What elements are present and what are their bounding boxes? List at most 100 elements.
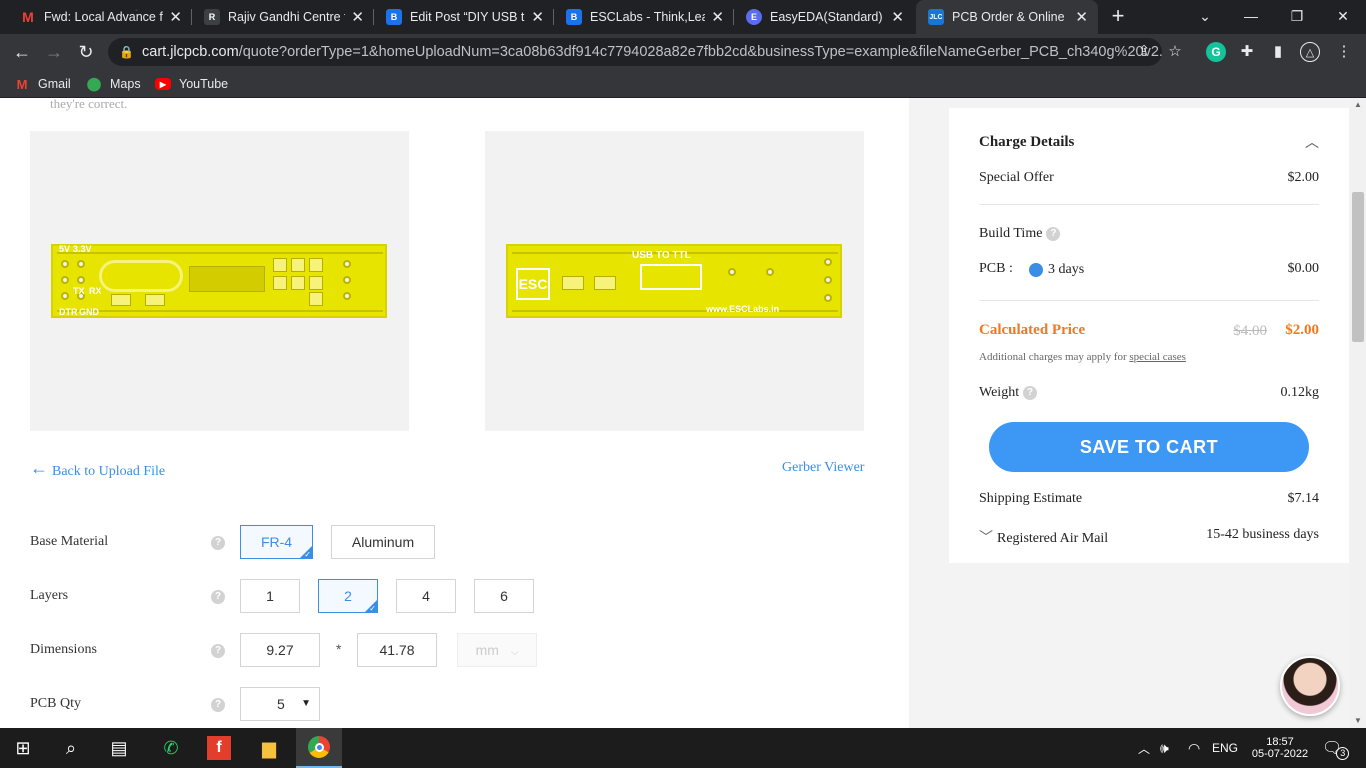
pcb-qty-label: PCB Qty <box>30 696 81 711</box>
layers-option-4[interactable]: 4 <box>396 579 456 613</box>
help-icon[interactable]: ? <box>1046 226 1061 241</box>
extensions-icon[interactable]: ✚ <box>1237 42 1257 62</box>
browser-toolbar: ← → ↻ 🔒 cart.jlcpcb.com/quote?orderType=1… <box>0 34 1366 70</box>
save-to-cart-button[interactable]: SAVE TO CART <box>989 422 1309 472</box>
tab-rgcb[interactable]: R Rajiv Gandhi Centre fo ✕ <box>192 0 374 34</box>
scroll-down-icon[interactable]: ▼ <box>1350 714 1366 728</box>
unit-select[interactable]: mm ⌵ <box>457 633 537 667</box>
search-icon[interactable]: ⌕ <box>48 728 94 768</box>
option-fr4[interactable]: FR-4 ✓ <box>240 525 313 559</box>
close-icon[interactable]: ✕ <box>531 8 544 26</box>
menu-icon[interactable]: ⋮ <box>1334 42 1354 62</box>
filmora-icon[interactable]: f <box>207 736 231 760</box>
special-offer-label: Special Offer <box>979 170 1054 185</box>
dimensions-label: Dimensions <box>30 642 97 657</box>
new-tab-button[interactable]: + <box>1106 5 1130 29</box>
pcb-top-preview: 5V 3.3V TX RX DTR GND <box>30 131 409 431</box>
help-icon[interactable]: ? <box>211 698 225 712</box>
dimension-height-input[interactable]: 41.78 <box>357 633 437 667</box>
help-icon[interactable]: ? <box>211 644 225 658</box>
blogger-icon: B <box>566 9 582 25</box>
help-icon[interactable]: ? <box>211 536 225 550</box>
page-content: they're correct. 5V 3.3V TX RX DTR GND E… <box>0 98 1366 728</box>
collapse-chevron-icon[interactable]: ︿ <box>1305 132 1319 152</box>
blogger-icon: B <box>386 9 402 25</box>
back-arrow-icon[interactable]: ← <box>10 41 34 63</box>
build-time-option[interactable]: 3 days <box>1029 262 1084 278</box>
chrome-icon[interactable] <box>296 728 342 768</box>
windows-start-icon[interactable]: ⊞ <box>0 728 46 768</box>
chevron-up-icon[interactable]: ︿ <box>1138 728 1150 768</box>
special-cases-link[interactable]: special cases <box>1129 351 1186 363</box>
chat-support-avatar[interactable] <box>1280 656 1340 716</box>
tab-esclabs[interactable]: B ESCLabs - Think,Learn ✕ <box>554 0 734 34</box>
wifi-icon[interactable]: ◠ <box>1188 728 1200 768</box>
unit-value: mm <box>475 642 499 658</box>
close-icon[interactable]: ✕ <box>891 8 904 26</box>
bookmark-star-icon[interactable]: ☆ <box>1165 42 1185 62</box>
whatsapp-icon[interactable]: ✆ <box>148 728 194 768</box>
clock[interactable]: 18:57 05-07-2022 <box>1250 728 1310 768</box>
new-price: $2.00 <box>1285 322 1319 338</box>
build-time-text: Build Time <box>979 226 1043 241</box>
side-panel-icon[interactable]: ▮ <box>1268 42 1288 62</box>
maximize-button[interactable]: ❐ <box>1274 0 1320 32</box>
profile-avatar[interactable]: △ <box>1300 42 1320 62</box>
speaker-icon[interactable]: 🕪 <box>1160 728 1169 768</box>
close-icon[interactable]: ✕ <box>711 8 724 26</box>
scroll-up-icon[interactable]: ▲ <box>1350 98 1366 112</box>
old-price: $4.00 <box>1233 323 1267 339</box>
back-to-upload-link[interactable]: ← Back to Upload File <box>30 458 166 480</box>
scrollbar-thumb[interactable] <box>1352 192 1364 342</box>
grammarly-icon[interactable]: G <box>1206 42 1226 62</box>
close-window-button[interactable]: ✕ <box>1320 0 1366 32</box>
tab-gmail[interactable]: M Fwd: Local Advance fo ✕ <box>8 0 192 34</box>
url-path: /quote?orderType=1&homeUploadNum=3ca08b6… <box>238 44 1162 60</box>
layers-option-2[interactable]: 2 ✓ <box>318 579 378 613</box>
minimize-button[interactable]: — <box>1228 0 1274 32</box>
language-indicator[interactable]: ENG <box>1212 728 1238 768</box>
share-icon[interactable]: ⇪ <box>1134 42 1154 62</box>
tab-easyeda[interactable]: E EasyEDA(Standard) - A ✕ <box>734 0 914 34</box>
option-aluminum[interactable]: Aluminum <box>331 525 435 559</box>
url-host: cart.jlcpcb.com <box>142 44 239 60</box>
charge-sidebar: Charge Details ︿ Special Offer $2.00 Bui… <box>909 98 1350 728</box>
help-icon[interactable]: ? <box>211 590 225 604</box>
dimension-width-input[interactable]: 9.27 <box>240 633 320 667</box>
check-icon: ✓ <box>369 604 376 613</box>
back-link-text: Back to Upload File <box>52 464 166 479</box>
forward-arrow-icon[interactable]: → <box>42 41 66 63</box>
close-icon[interactable]: ✕ <box>351 8 364 26</box>
shipping-days: 15-42 business days <box>1206 527 1319 542</box>
tab-jlcpcb[interactable]: JLC PCB Order & Online P ✕ <box>916 0 1098 34</box>
page-scrollbar[interactable]: ▲ ▼ <box>1350 98 1366 728</box>
address-bar[interactable]: 🔒 cart.jlcpcb.com/quote?orderType=1&homeU… <box>108 38 1162 66</box>
shipping-method-toggle[interactable]: ﹀ Registered Air Mail <box>979 527 1108 547</box>
build-time-option-label: 3 days <box>1048 262 1085 277</box>
dimension-separator: * <box>336 641 342 657</box>
tab-edit-post[interactable]: B Edit Post “DIY USB to ✕ <box>374 0 554 34</box>
close-icon[interactable]: ✕ <box>169 8 182 26</box>
check-icon: ✓ <box>304 550 311 559</box>
silk-label: DTR <box>59 307 78 317</box>
task-view-icon[interactable]: ▤ <box>96 728 142 768</box>
bookmark-label: YouTube <box>179 77 229 91</box>
reload-icon[interactable]: ↻ <box>74 41 98 63</box>
tab-search-icon[interactable]: ⌄ <box>1182 0 1228 32</box>
layers-option-1[interactable]: 1 <box>240 579 300 613</box>
bookmark-maps[interactable]: ⬤ Maps <box>86 75 141 93</box>
bookmark-gmail[interactable]: M Gmail <box>14 75 71 93</box>
file-explorer-icon[interactable]: ▆ <box>246 728 292 768</box>
pcb-qty-select[interactable]: 5 ▼ <box>240 687 320 721</box>
additional-charges-note: Additional charges may apply for special… <box>979 351 1186 363</box>
layers-option-6[interactable]: 6 <box>474 579 534 613</box>
tab-title: EasyEDA(Standard) - A <box>770 10 885 24</box>
bookmark-youtube[interactable]: ▶ YouTube <box>155 75 228 93</box>
gerber-viewer-link[interactable]: Gerber Viewer <box>782 460 864 476</box>
pcb-bottom-preview: ESC USB TO TTL www.ESCLabs.in <box>485 131 864 431</box>
notifications-icon[interactable]: 🗨 3 <box>1322 728 1350 768</box>
help-icon[interactable]: ? <box>1023 385 1038 400</box>
lock-icon: 🔒 <box>119 45 134 59</box>
close-icon[interactable]: ✕ <box>1075 8 1088 26</box>
silk-label: 3.3V <box>73 244 92 254</box>
